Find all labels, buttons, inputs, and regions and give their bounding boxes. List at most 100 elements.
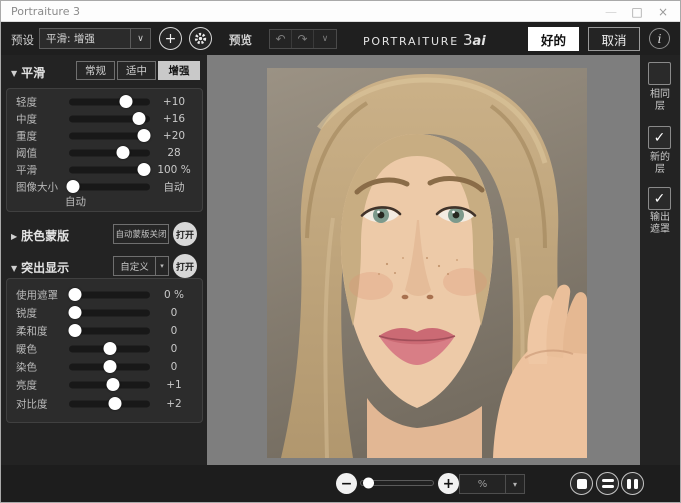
settings-button[interactable] (189, 27, 212, 50)
skin-mask-open-button[interactable]: 打开 (173, 222, 197, 246)
same-layer-label: 相同层 (650, 89, 670, 112)
check-icon: ✓ (653, 129, 666, 146)
preset-label: 预设 (11, 33, 34, 47)
plus-icon: + (164, 30, 177, 47)
side-by-side-view-button[interactable] (621, 472, 644, 495)
fine-slider[interactable] (69, 95, 150, 108)
slider-row: 中度 +16 (16, 112, 186, 125)
sharpness-slider[interactable] (68, 306, 150, 319)
image-size-slider[interactable] (66, 180, 150, 193)
slider-row: 染色 0 (16, 360, 178, 373)
history-controls: ↶ ↷ ∨ (269, 29, 337, 49)
info-button[interactable]: i (649, 28, 670, 49)
zoom-percent-dropdown[interactable]: ▾ (506, 474, 525, 494)
window-title: Portraiture 3 (11, 4, 80, 18)
mask-opacity-slider[interactable] (68, 288, 150, 301)
slider-row: 平滑 100 % (16, 163, 191, 176)
zoom-slider[interactable] (360, 477, 434, 489)
redo-icon[interactable]: ↷ (292, 30, 314, 48)
slider-knob[interactable] (66, 180, 80, 193)
slider-row: 对比度 +2 (16, 397, 182, 410)
warmth-slider[interactable] (69, 342, 150, 355)
mode-medium-button[interactable]: 适中 (117, 61, 156, 80)
close-button[interactable]: × (650, 1, 676, 22)
zoom-out-button[interactable]: − (336, 473, 357, 494)
zoom-percent-value[interactable]: % (459, 474, 506, 494)
smoothing-section-header[interactable]: ▼ 平滑 (11, 64, 45, 81)
slider-knob[interactable] (68, 288, 82, 301)
minus-icon: − (340, 475, 353, 492)
side-by-side-view-icon (627, 478, 638, 489)
title-bar: Portraiture 3 — □ × (1, 1, 680, 22)
split-view-icon (601, 478, 614, 489)
cancel-button[interactable]: 取消 (588, 27, 640, 51)
collapse-arrow-icon: ▼ (11, 69, 18, 78)
mode-normal-button[interactable]: 常规 (76, 61, 115, 80)
brightness-slider[interactable] (69, 378, 150, 391)
chevron-down-icon: ▾ (512, 479, 517, 489)
softness-slider[interactable] (68, 324, 150, 337)
image-size-auto-label: 自动 (65, 196, 86, 208)
portrait-preview-image[interactable] (267, 68, 587, 458)
slider-knob[interactable] (68, 306, 82, 319)
skin-mask-section-header[interactable]: ▶ 肤色蒙版 (11, 227, 69, 244)
collapse-arrow-icon: ▶ (11, 232, 18, 241)
preview-toggle[interactable]: 预览 (229, 32, 252, 48)
maximize-button[interactable]: □ (624, 1, 650, 22)
new-layer-checkbox[interactable]: ✓ (648, 126, 671, 149)
minimize-button[interactable]: — (598, 1, 624, 22)
chevron-down-icon: ▾ (155, 257, 168, 275)
controls-panel: ▼ 平滑 常规 适中 增强 轻度 +10 中度 +16 重度 +20 阈值 28 … (1, 55, 207, 465)
slider-knob[interactable] (132, 112, 146, 125)
enhance-preset-dropdown[interactable]: 自定义 ▾ (113, 256, 169, 276)
slider-row: 图像大小 自动 (16, 180, 185, 193)
smoothing-slider[interactable] (69, 163, 151, 176)
preset-value: 平滑: 增强 (46, 33, 95, 45)
undo-icon[interactable]: ↶ (270, 30, 292, 48)
zoom-in-button[interactable]: + (438, 473, 459, 494)
logo-suffix: ai (472, 34, 486, 49)
chevron-down-icon[interactable]: ∨ (130, 29, 150, 48)
preset-dropdown[interactable]: 平滑: 增强 ∨ (39, 28, 151, 49)
medium-slider[interactable] (69, 112, 150, 125)
smoothing-sliders-panel: 轻度 +10 中度 +16 重度 +20 阈值 28 平滑 100 % 图像大小… (6, 88, 203, 212)
slider-row: 重度 +20 (16, 129, 186, 142)
slider-row: 轻度 +10 (16, 95, 186, 108)
threshold-slider[interactable] (69, 146, 150, 159)
single-view-button[interactable] (570, 472, 593, 495)
enhance-section-header[interactable]: ▼ 突出显示 (11, 259, 69, 276)
slider-knob[interactable] (106, 378, 120, 391)
same-layer-checkbox[interactable] (648, 62, 671, 85)
large-slider[interactable] (69, 129, 151, 142)
slider-row: 锐度 0 (16, 306, 178, 319)
slider-knob[interactable] (119, 95, 133, 108)
enhance-open-button[interactable]: 打开 (173, 254, 197, 278)
contrast-slider[interactable] (69, 397, 150, 410)
window-controls: — □ × (598, 1, 676, 22)
slider-knob[interactable] (103, 342, 117, 355)
history-dropdown-icon[interactable]: ∨ (314, 30, 336, 48)
toolbar: 预设 平滑: 增强 ∨ + 预览 ↶ ↷ ∨ Portraiture 3ai 好的… (1, 22, 680, 55)
output-mask-label: 输出 遮罩 (650, 212, 670, 235)
ok-button[interactable]: 好的 (528, 27, 579, 51)
slider-knob[interactable] (68, 324, 82, 337)
output-mask-checkbox[interactable]: ✓ (648, 187, 671, 210)
add-preset-button[interactable]: + (159, 27, 182, 50)
slider-row: 阈值 28 (16, 146, 181, 159)
check-icon: ✓ (653, 190, 666, 207)
split-view-button[interactable] (596, 472, 619, 495)
collapse-arrow-icon: ▼ (11, 264, 18, 273)
output-options-panel: 相同层 ✓ 新的层 ✓ 输出 遮罩 (640, 55, 680, 465)
new-layer-label: 新的层 (650, 152, 670, 175)
slider-row: 亮度 +1 (16, 378, 182, 391)
mode-enhanced-button[interactable]: 增强 (158, 61, 200, 80)
zoom-percent-control: % ▾ (459, 474, 525, 494)
slider-knob[interactable] (116, 146, 130, 159)
auto-mask-status[interactable]: 自动蒙版关闭 (113, 224, 169, 244)
slider-knob[interactable] (103, 360, 117, 373)
zoom-slider-knob[interactable] (363, 477, 374, 489)
tint-slider[interactable] (69, 360, 150, 373)
preview-canvas (207, 55, 640, 465)
single-view-icon (576, 478, 587, 489)
slider-knob[interactable] (108, 397, 122, 410)
